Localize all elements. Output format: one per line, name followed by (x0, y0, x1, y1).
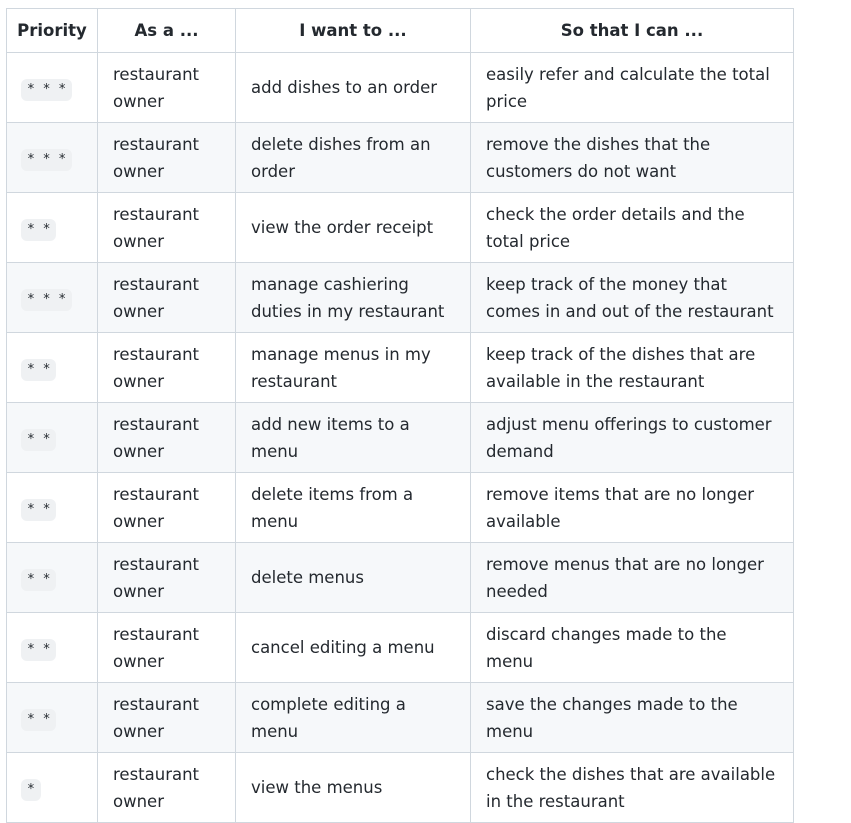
so-that-cell: check the dishes that are available in t… (470, 752, 794, 823)
so-that-cell: remove menus that are no longer needed (470, 542, 794, 613)
want-cell: complete editing a menu (235, 682, 471, 753)
priority-cell: * * (6, 542, 98, 613)
role-cell: restaurant owner (97, 332, 236, 403)
priority-cell: * * (6, 612, 98, 683)
priority-cell: * * (6, 332, 98, 403)
want-cell: view the order receipt (235, 192, 471, 263)
priority-cell: * * * (6, 122, 98, 193)
priority-badge: * * * (21, 79, 73, 101)
priority-badge: * * (21, 499, 57, 521)
role-cell: restaurant owner (97, 52, 236, 123)
want-cell: manage cashiering duties in my restauran… (235, 262, 471, 333)
header-row: Priority As a ... I want to ... So that … (6, 8, 794, 53)
want-cell: add new items to a menu (235, 402, 471, 473)
table-row: * * restaurant owner view the order receip… (6, 192, 794, 263)
priority-cell: * (6, 752, 98, 823)
want-cell: delete menus (235, 542, 471, 613)
priority-cell: * * * (6, 262, 98, 333)
priority-badge: * * (21, 709, 57, 731)
role-cell: restaurant owner (97, 192, 236, 263)
priority-cell: * * (6, 682, 98, 753)
table-row: * * * restaurant owner manage cashiering d… (6, 262, 794, 333)
table-row: * * * restaurant owner add dishes to an or… (6, 52, 794, 123)
role-cell: restaurant owner (97, 752, 236, 823)
header-as-a: As a ... (97, 8, 236, 53)
priority-badge: * (21, 779, 41, 801)
priority-cell: * * (6, 472, 98, 543)
role-cell: restaurant owner (97, 682, 236, 753)
so-that-cell: keep track of the dishes that are availa… (470, 332, 794, 403)
role-cell: restaurant owner (97, 262, 236, 333)
want-cell: cancel editing a menu (235, 612, 471, 683)
priority-badge: * * (21, 429, 57, 451)
so-that-cell: adjust menu offerings to customer demand (470, 402, 794, 473)
user-stories-table: Priority As a ... I want to ... So that … (6, 8, 794, 823)
want-cell: add dishes to an order (235, 52, 471, 123)
so-that-cell: keep track of the money that comes in an… (470, 262, 794, 333)
priority-badge: * * * (21, 289, 73, 311)
priority-badge: * * (21, 219, 57, 241)
table-row: * * restaurant owner manage menus in my re… (6, 332, 794, 403)
priority-cell: * * (6, 402, 98, 473)
header-priority: Priority (6, 8, 98, 53)
want-cell: view the menus (235, 752, 471, 823)
priority-badge: * * (21, 639, 57, 661)
so-that-cell: remove items that are no longer availabl… (470, 472, 794, 543)
priority-badge: * * (21, 359, 57, 381)
priority-badge: * * * (21, 149, 73, 171)
table-row: * * restaurant owner delete menus remove me… (6, 542, 794, 613)
header-so-that-i-can: So that I can ... (470, 8, 794, 53)
table-row: * * restaurant owner add new items to a me… (6, 402, 794, 473)
table-row: * * * restaurant owner delete dishes from … (6, 122, 794, 193)
table-row: * * restaurant owner complete editing a me… (6, 682, 794, 753)
so-that-cell: remove the dishes that the customers do … (470, 122, 794, 193)
so-that-cell: easily refer and calculate the total pri… (470, 52, 794, 123)
table-row: * * restaurant owner cancel editing a menu… (6, 612, 794, 683)
priority-badge: * * (21, 569, 57, 591)
role-cell: restaurant owner (97, 612, 236, 683)
header-i-want-to: I want to ... (235, 8, 471, 53)
want-cell: delete items from a menu (235, 472, 471, 543)
so-that-cell: check the order details and the total pr… (470, 192, 794, 263)
role-cell: restaurant owner (97, 122, 236, 193)
table-row: * restaurant owner view the menus check the… (6, 752, 794, 823)
so-that-cell: save the changes made to the menu (470, 682, 794, 753)
want-cell: manage menus in my restaurant (235, 332, 471, 403)
so-that-cell: discard changes made to the menu (470, 612, 794, 683)
priority-cell: * * (6, 192, 98, 263)
priority-cell: * * * (6, 52, 98, 123)
role-cell: restaurant owner (97, 542, 236, 613)
role-cell: restaurant owner (97, 402, 236, 473)
table-row: * * restaurant owner delete items from a m… (6, 472, 794, 543)
want-cell: delete dishes from an order (235, 122, 471, 193)
role-cell: restaurant owner (97, 472, 236, 543)
